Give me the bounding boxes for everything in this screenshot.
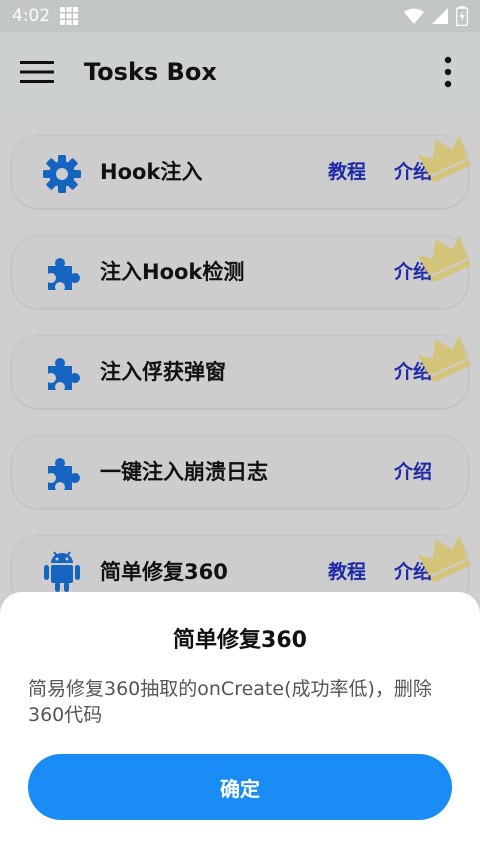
menu-button[interactable] <box>20 52 60 92</box>
feature-label: 注入俘获弹窗 <box>100 360 226 384</box>
battery-icon <box>456 6 468 26</box>
puzzle-icon <box>48 258 80 290</box>
tutorial-link[interactable]: 教程 <box>328 136 366 208</box>
dialog-title: 简单修复360 <box>173 628 307 653</box>
app-title: Tosks Box <box>84 58 217 86</box>
crown-icon <box>417 335 470 382</box>
dialog-message: 简易修复360抽取的onCreate(成功率低)，删除360代码 <box>28 678 432 726</box>
status-time: 4:02 <box>12 6 51 26</box>
feature-label: 注入Hook检测 <box>100 260 245 284</box>
feature-card-hook-inject[interactable]: Hook注入 教程 介绍 <box>12 135 470 208</box>
puzzle-icon <box>48 458 80 490</box>
app-bar: Tosks Box <box>0 32 480 112</box>
feature-label: 一键注入崩溃日志 <box>100 460 268 484</box>
confirm-button[interactable]: 确定 <box>28 754 452 820</box>
android-icon <box>44 551 80 592</box>
wifi-icon <box>404 8 424 24</box>
status-bar: 4:02 <box>0 0 480 32</box>
gear-icon <box>43 155 81 193</box>
bottom-sheet-dialog: 简单修复360 简易修复360抽取的onCreate(成功率低)，删除360代码… <box>0 592 480 854</box>
feature-label: Hook注入 <box>100 160 203 184</box>
puzzle-icon <box>48 358 80 390</box>
more-vert-icon <box>444 56 452 88</box>
signal-icon <box>432 8 448 24</box>
crown-icon <box>417 135 470 182</box>
overflow-menu-button[interactable] <box>436 52 460 92</box>
crown-icon <box>417 235 470 282</box>
hamburger-menu-icon <box>20 61 54 83</box>
crown-icon <box>417 535 470 582</box>
feature-card-capture-popup[interactable]: 注入俘获弹窗 介绍 <box>12 335 470 408</box>
app-grid-icon <box>60 7 79 25</box>
feature-card-hook-detect[interactable]: 注入Hook检测 介绍 <box>12 235 470 308</box>
feature-card-crash-log[interactable]: 一键注入崩溃日志 介绍 <box>12 436 468 508</box>
intro-link[interactable]: 介绍 <box>394 436 432 508</box>
